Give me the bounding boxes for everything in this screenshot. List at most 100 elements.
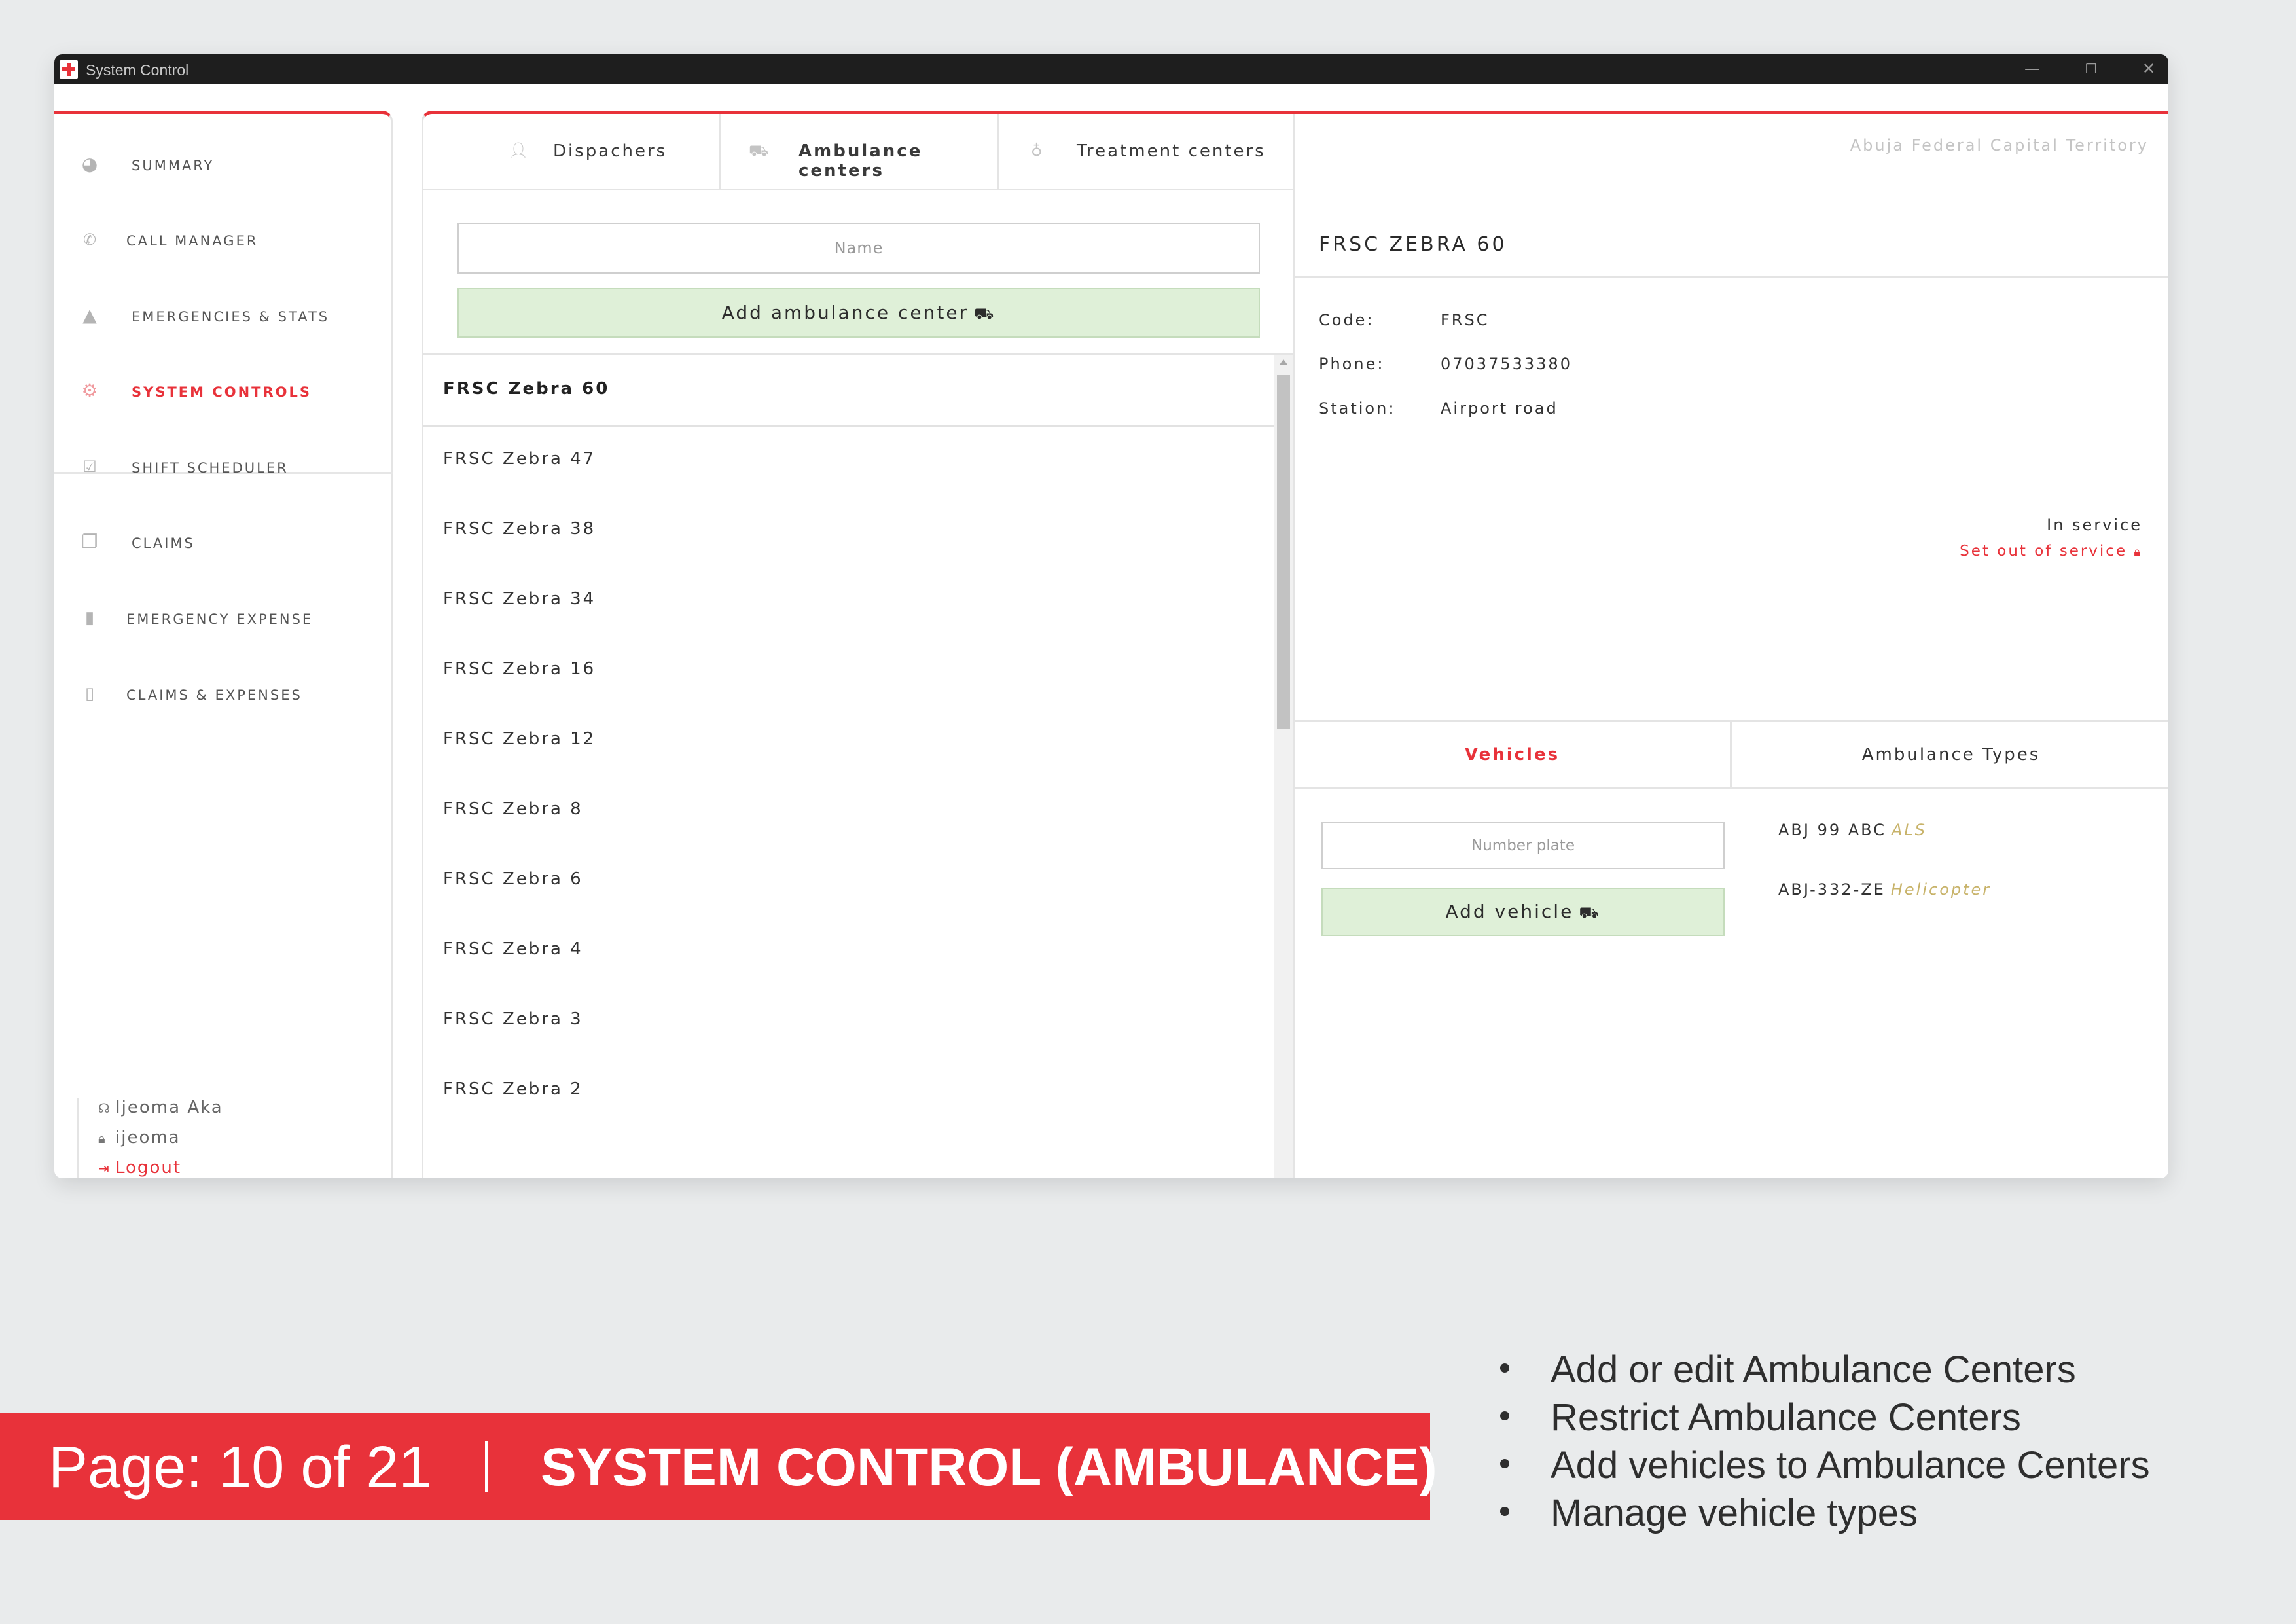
number-plate-input[interactable] <box>1321 822 1725 869</box>
center-list-item[interactable]: FRSC Zebra 2 <box>423 1056 1274 1126</box>
station-field: Station: Airport road <box>1319 399 1558 418</box>
title-bar[interactable]: System Control — ❐ ✕ <box>54 54 2168 84</box>
phone-value: 07037533380 <box>1441 355 1572 373</box>
scrollbar-thumb[interactable] <box>1277 375 1290 729</box>
region-label: Abuja Federal Capital Territory <box>1850 136 2149 154</box>
ambulance-icon: ⛟ <box>974 304 996 323</box>
section-title: SYSTEM CONTROL (AMBULANCE) <box>541 1437 1437 1497</box>
sidebar-item-system-controls[interactable]: ⚙ SYSTEM CONTROLS <box>54 369 388 414</box>
sidebar-item-summary[interactable]: ◕ SUMMARY <box>54 142 388 188</box>
red-cross-app-icon <box>60 60 78 79</box>
pie-chart-icon: ◕ <box>81 153 98 175</box>
list-scrollbar[interactable] <box>1274 355 1293 1178</box>
center-list-item[interactable]: FRSC Zebra 60 <box>423 355 1274 427</box>
headset-icon: ☊ <box>98 1100 111 1116</box>
sidebar-item-call-manager[interactable]: ✆ CALL MANAGER <box>54 217 388 263</box>
center-name: FRSC Zebra 4 <box>443 939 583 959</box>
set-out-of-service-label: Set out of service <box>1960 543 2128 560</box>
ambulance-icon: ⛟ <box>749 141 769 160</box>
window-title: System Control <box>86 62 189 79</box>
center-name: FRSC Zebra 3 <box>443 1009 583 1029</box>
sidebar-item-label: SUMMARY <box>132 158 215 173</box>
vehicle-type: ALS <box>1891 821 1928 839</box>
sidebar-item-claims-expenses[interactable]: ▯ CLAIMS & EXPENSES <box>54 672 388 717</box>
vehicle-plate: ABJ 99 ABC <box>1778 821 1886 839</box>
column-divider <box>1293 114 1295 1178</box>
bullet-dot <box>1500 1363 1509 1373</box>
tab-dispatchers[interactable]: 👤︎ Dispachers <box>423 114 721 190</box>
center-list-item[interactable]: FRSC Zebra 3 <box>423 986 1274 1056</box>
center-list-item[interactable]: FRSC Zebra 12 <box>423 706 1274 776</box>
station-label: Station: <box>1319 399 1396 418</box>
center-list-item[interactable]: FRSC Zebra 4 <box>423 916 1274 986</box>
add-ambulance-center-button[interactable]: Add ambulance center ⛟ <box>457 288 1260 338</box>
files-icon: ❐ <box>81 531 98 552</box>
vehicle-plate: ABJ-332-ZE <box>1778 880 1886 899</box>
set-out-of-service-link[interactable]: Set out of service 🔒︎ <box>1960 543 2142 560</box>
sidebar-item-emergency-expense[interactable]: ▮ EMERGENCY EXPENSE <box>54 596 388 641</box>
bookmark-outline-icon: ▯ <box>84 684 95 704</box>
page-number: Page: 10 of 21 <box>48 1435 432 1500</box>
sidebar-item-label: CALL MANAGER <box>126 233 259 249</box>
bullet-text: Restrict Ambulance Centers <box>1551 1396 2021 1439</box>
bullet-text: Add or edit Ambulance Centers <box>1551 1348 2076 1391</box>
center-name: FRSC Zebra 8 <box>443 799 583 819</box>
bullet-dot <box>1500 1459 1509 1468</box>
service-status: In service <box>2047 516 2142 534</box>
tab-ambulance-centers[interactable]: ⛟ Ambulance centers <box>721 114 999 190</box>
logout-link[interactable]: ⇥ Logout <box>98 1158 181 1178</box>
ambulance-icon: ⛟ <box>1579 903 1601 922</box>
sidebar-item-label: CLAIMS <box>132 535 195 551</box>
center-name: FRSC Zebra 16 <box>443 659 596 679</box>
vehicle-item: ABJ 99 ABC ALS <box>1778 821 1927 839</box>
main-panel: 👤︎ Dispachers ⛟ Ambulance centers ♁ Trea… <box>422 111 2168 1178</box>
sidebar-item-shift-scheduler[interactable]: ☑ SHIFT SCHEDULER <box>54 444 388 490</box>
close-button[interactable]: ✕ <box>2134 57 2163 81</box>
calendar-check-icon: ☑ <box>82 458 97 476</box>
phone-label: Phone: <box>1319 355 1385 373</box>
center-list-item[interactable]: FRSC Zebra 8 <box>423 776 1274 846</box>
lock-icon: 🔒︎ <box>2134 545 2142 559</box>
tab-label: Ambulance centers <box>798 141 923 181</box>
code-value: FRSC <box>1441 311 1490 329</box>
center-name-input[interactable] <box>457 223 1260 274</box>
vehicle-type: Helicopter <box>1890 880 1992 899</box>
tab-label: Dispachers <box>553 141 668 161</box>
user-name: Ijeoma Aka <box>115 1098 223 1117</box>
add-vehicle-button[interactable]: Add vehicle ⛟ <box>1321 888 1725 936</box>
sidebar-item-claims[interactable]: ❐ CLAIMS <box>54 520 388 566</box>
phone-field: Phone: 07037533380 <box>1319 355 1572 373</box>
logout-label: Logout <box>115 1158 182 1178</box>
code-field: Code: FRSC <box>1319 311 1489 329</box>
center-name: FRSC Zebra 47 <box>443 449 596 469</box>
code-label: Code: <box>1319 311 1374 329</box>
center-name: FRSC Zebra 38 <box>443 519 596 539</box>
sign-out-icon: ⇥ <box>98 1161 111 1176</box>
center-list-item[interactable]: FRSC Zebra 16 <box>423 636 1274 706</box>
bullet-dot <box>1500 1507 1509 1516</box>
center-list-item[interactable]: FRSC Zebra 38 <box>423 496 1274 566</box>
user-icon: 👤︎ <box>509 141 529 160</box>
username-row: 🔒︎ ijeoma <box>98 1128 181 1147</box>
app-window: System Control — ❐ ✕ ◕ SUMMARY ✆ CALL MA… <box>54 54 2168 1178</box>
tab-treatment-centers[interactable]: ♁ Treatment centers <box>999 114 1293 190</box>
sidebar-item-emergencies-stats[interactable]: ▲ EMERGENCIES & STATS <box>54 293 388 339</box>
center-list-item[interactable]: FRSC Zebra 34 <box>423 566 1274 636</box>
tab-ambulance-types[interactable]: Ambulance Types <box>1732 722 2168 787</box>
username: ijeoma <box>115 1128 181 1147</box>
bullet-dot <box>1500 1411 1509 1420</box>
scroll-up-icon[interactable] <box>1280 359 1287 365</box>
center-list-item[interactable]: FRSC Zebra 6 <box>423 846 1274 916</box>
center-name: FRSC Zebra 60 <box>443 379 610 399</box>
sidebar-item-label: EMERGENCIES & STATS <box>132 309 330 325</box>
sidebar-item-label: SHIFT SCHEDULER <box>132 460 289 476</box>
maximize-button[interactable]: ❐ <box>2077 57 2106 81</box>
bullet-text: Manage vehicle types <box>1551 1492 1918 1534</box>
center-list-item[interactable]: FRSC Zebra 47 <box>423 425 1274 496</box>
bookmark-icon: ▮ <box>84 608 95 628</box>
sidebar-item-label: CLAIMS & EXPENSES <box>126 687 302 703</box>
phone-icon: ✆ <box>82 230 97 249</box>
tab-vehicles[interactable]: Vehicles <box>1295 722 1730 787</box>
minimize-button[interactable]: — <box>2018 57 2047 81</box>
station-value: Airport road <box>1441 399 1558 418</box>
